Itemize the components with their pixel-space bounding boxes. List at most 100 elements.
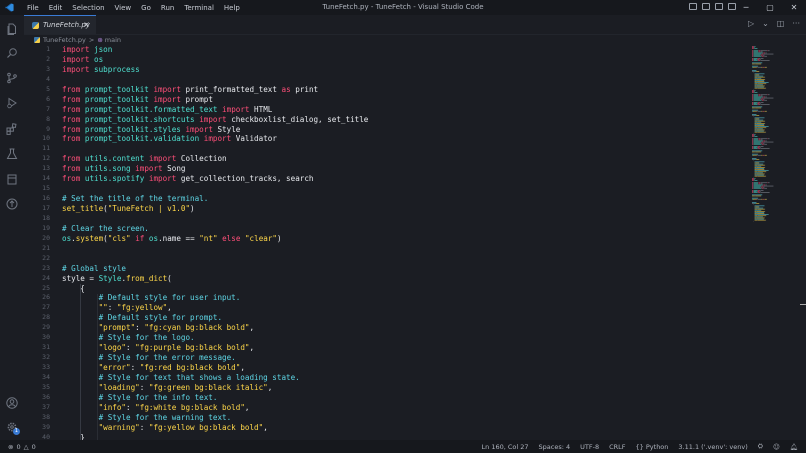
code-line: # Global style [62, 264, 368, 274]
status-encoding[interactable]: UTF-8 [580, 443, 599, 451]
minimap-line [753, 139, 759, 141]
minimap-line [760, 95, 763, 97]
menu-file[interactable]: File [22, 4, 44, 12]
minimap-line [758, 51, 761, 53]
toggle-secondary-sidebar-icon[interactable] [715, 3, 723, 10]
search-icon[interactable] [6, 47, 18, 59]
minimap-line [754, 212, 765, 213]
remote-icon[interactable] [6, 198, 18, 210]
docker-icon[interactable] [6, 173, 18, 185]
menu-edit[interactable]: Edit [44, 4, 68, 12]
minimap-line [763, 53, 774, 55]
minimap-line [754, 179, 755, 180]
minimap-line [767, 50, 768, 52]
code-line: from prompt_toolkit.styles import Style [62, 125, 368, 135]
close-tab-icon[interactable]: × [83, 20, 90, 29]
account-icon[interactable] [6, 397, 18, 409]
menu-selection[interactable]: Selection [67, 4, 109, 12]
minimap-line [753, 185, 762, 187]
files-icon[interactable] [6, 23, 18, 35]
status-eol[interactable]: CRLF [609, 443, 625, 451]
minimap-line [752, 46, 754, 47]
minimap-line [754, 80, 765, 81]
status-indentation[interactable]: Spaces: 4 [539, 443, 571, 451]
code-line: "logo": "fg:purple bg:black bold", [62, 343, 368, 353]
minimap-line [752, 180, 754, 181]
minimap-line [755, 118, 760, 120]
code-line: # Style for text that shows a loading st… [62, 373, 368, 383]
status-cursor-position[interactable]: Ln 160, Col 27 [482, 443, 529, 451]
minimap[interactable] [752, 45, 796, 225]
minimap-line [754, 208, 758, 210]
menu-view[interactable]: View [110, 4, 137, 12]
menu-help[interactable]: Help [219, 4, 245, 12]
minimap-line [754, 126, 769, 127]
minimap-line [762, 110, 765, 112]
minimap-line [754, 79, 757, 80]
minimap-line [753, 51, 759, 53]
minimap-line [757, 110, 758, 112]
minimap-line [758, 110, 762, 112]
toggle-primary-sidebar-icon[interactable] [689, 3, 697, 10]
status-language[interactable]: {} Python [636, 443, 669, 451]
split-editor-icon[interactable]: ◫ [777, 19, 785, 28]
menu-terminal[interactable]: Terminal [179, 4, 219, 12]
minimap-line [754, 86, 764, 88]
warning-icon: △ [23, 442, 29, 451]
minimap-line [753, 141, 762, 143]
tab-tunefetch-py[interactable]: TuneFetch.py × [24, 15, 96, 34]
run-debug-icon[interactable] [6, 97, 18, 109]
code-token: "prompt" [62, 323, 136, 333]
status-interpreter[interactable]: 3.11.1 ('.venv': venv) [678, 443, 747, 451]
minimap-line [754, 92, 758, 93]
manage-gear-icon[interactable]: 1 [6, 421, 20, 435]
status-problems[interactable]: ⊗ 0 △ 0 [8, 440, 36, 453]
minimap-line [757, 131, 766, 133]
code-token: Style [98, 273, 122, 283]
minimap-line [754, 163, 764, 165]
minimap-line [760, 142, 763, 144]
minimap-line [758, 192, 760, 193]
minimap-line [754, 203, 756, 204]
code-token: , [267, 382, 273, 392]
breadcrumb-symbol[interactable]: main [105, 36, 121, 44]
more-actions-icon[interactable]: ··· [792, 19, 800, 28]
extensions-icon[interactable] [6, 123, 18, 135]
run-options-icon[interactable]: ⌄ [762, 19, 769, 28]
minimap-line [752, 182, 754, 184]
minimap-line [752, 66, 755, 68]
minimap-line [754, 127, 758, 129]
code-token: "logo" [62, 343, 127, 353]
close-window-button[interactable]: ✕ [782, 0, 806, 15]
minimap-line [752, 110, 753, 112]
minimap-line [765, 52, 767, 54]
line-number: 32 [42, 353, 50, 362]
minimap-line [753, 60, 758, 61]
menu-go[interactable]: Go [136, 4, 156, 12]
code-token: , [249, 323, 255, 333]
menu-run[interactable]: Run [156, 4, 179, 12]
code-token: as [281, 84, 291, 94]
code-editor[interactable]: 1 2 3 4 5 6 7 8 9 10 11 12 13 14 15 16 17 18 19 20 21 22 23 24 2… [24, 45, 750, 440]
testing-icon[interactable] [6, 148, 18, 160]
code-token: # Style for the warning text. [62, 412, 232, 422]
copilot-icon[interactable]: ⛭ [758, 442, 763, 451]
line-number: 39 [42, 422, 50, 431]
source-control-icon[interactable] [6, 72, 18, 84]
feedback-icon[interactable]: ☺ [773, 443, 780, 451]
minimap-line [755, 110, 757, 112]
code-line: from prompt_toolkit import prompt [62, 95, 368, 105]
vscode-logo-icon[interactable] [5, 3, 14, 12]
scrollbar-marker[interactable] [800, 304, 806, 305]
minimap-line [752, 202, 757, 203]
maximize-button[interactable]: ▢ [758, 0, 782, 15]
toggle-panel-icon[interactable] [702, 3, 710, 10]
minimap-line [753, 53, 762, 55]
minimap-line [757, 215, 767, 217]
minimize-button[interactable]: ─ [734, 0, 758, 15]
code-line: "warning": "fg:yellow bg:black bold", [62, 423, 368, 433]
code-line: # Set the title of the terminal. [62, 194, 368, 204]
run-python-file-icon[interactable]: ▷ [748, 19, 754, 28]
breadcrumb-file[interactable]: TuneFetch.py [43, 36, 86, 44]
notifications-bell-icon[interactable]: 🔔︎ [790, 443, 798, 451]
